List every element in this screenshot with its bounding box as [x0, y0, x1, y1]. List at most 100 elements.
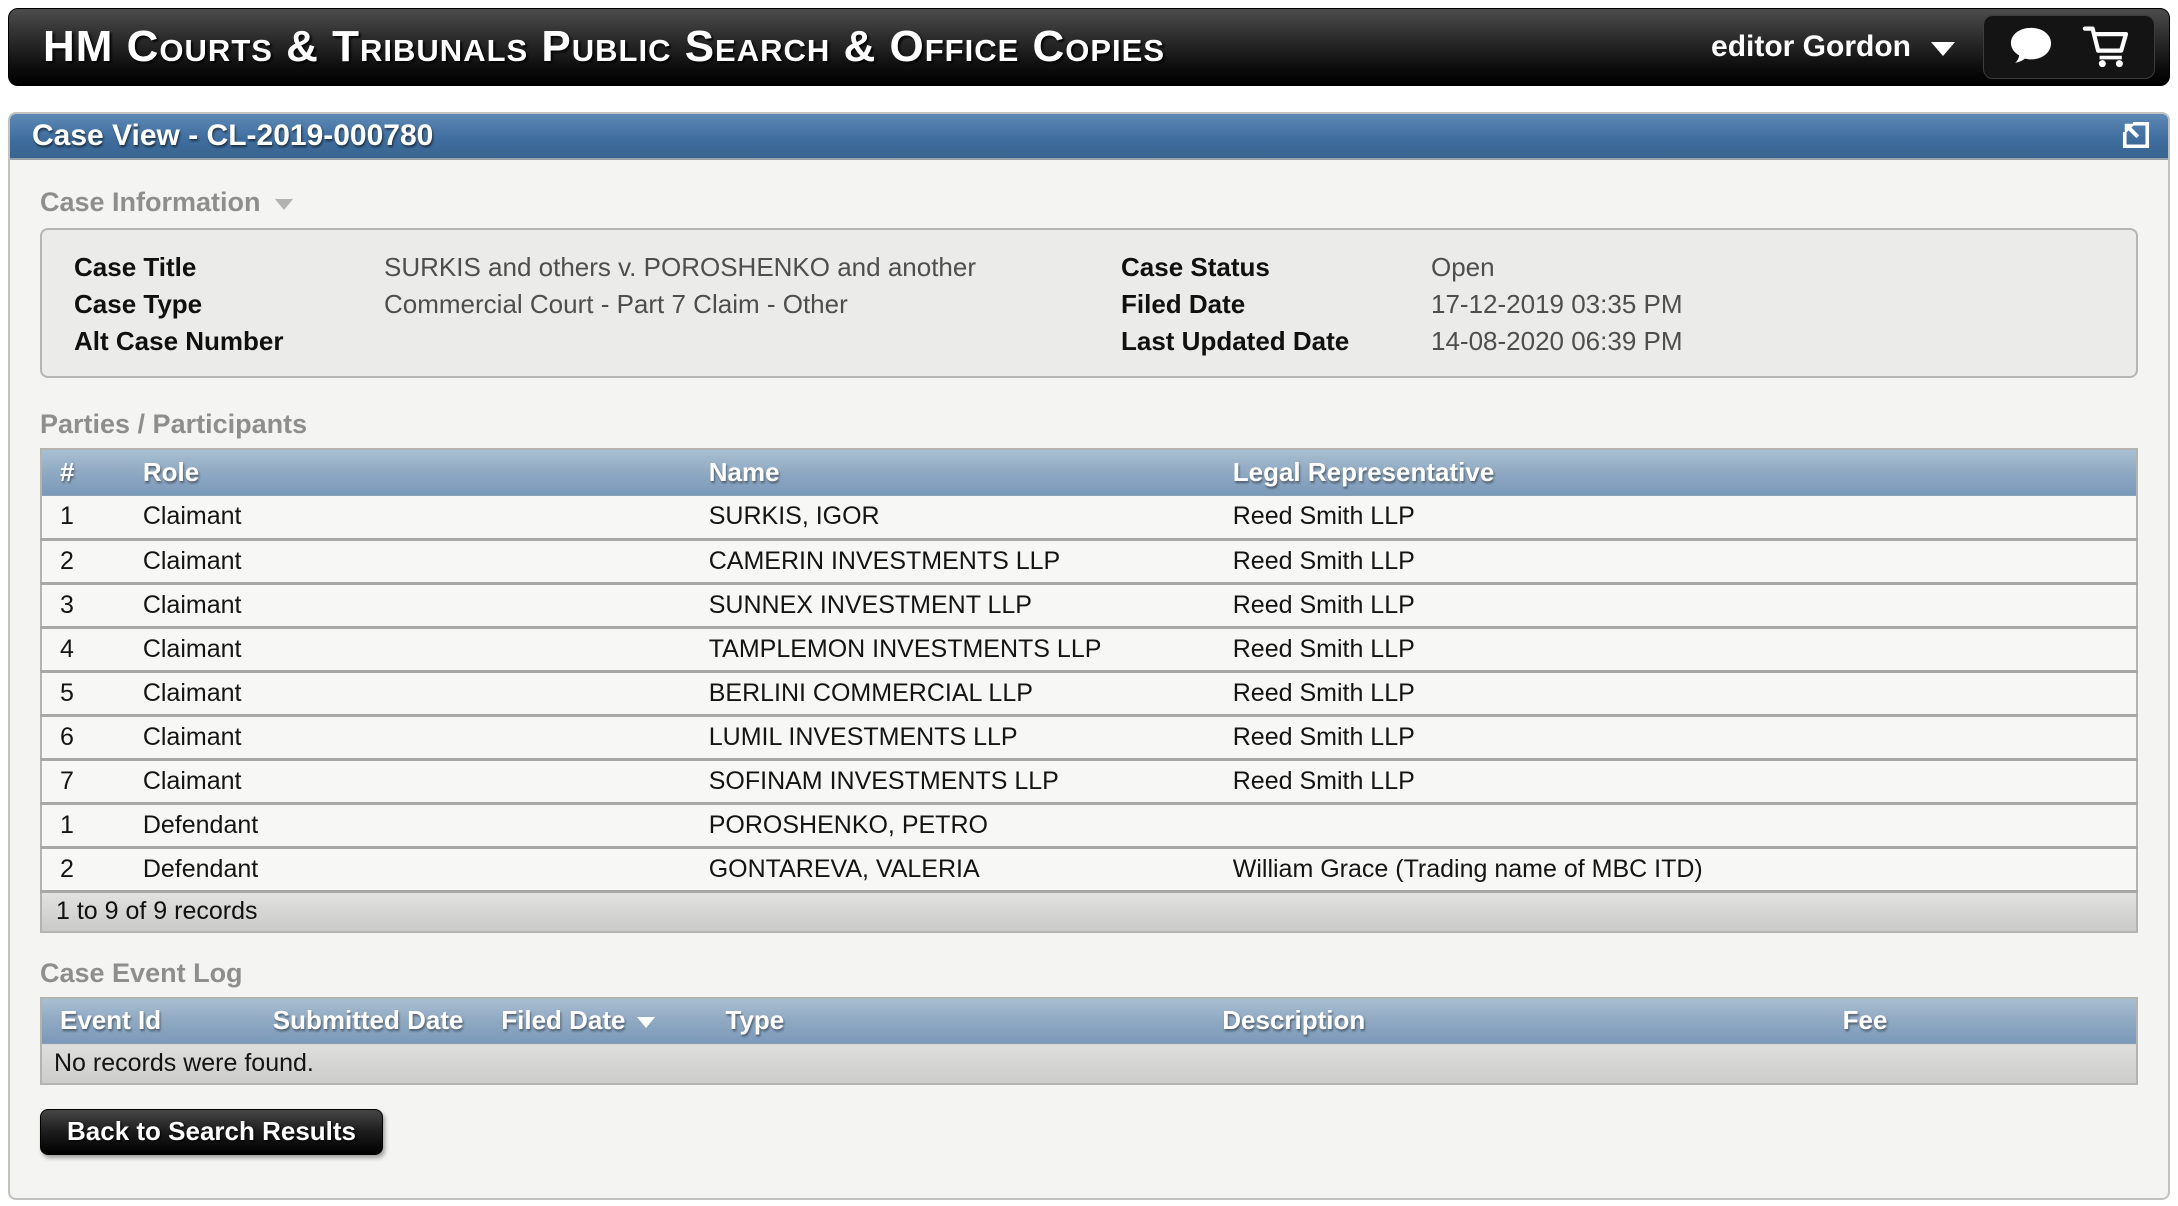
cell-legal-representative: Reed Smith LLP: [1215, 715, 2137, 759]
cell-role: Defendant: [125, 803, 691, 847]
cell-legal-representative: Reed Smith LLP: [1215, 583, 2137, 627]
column-header-role[interactable]: Role: [125, 449, 691, 495]
cell-name: POROSHENKO, PETRO: [691, 803, 1215, 847]
cell-legal-representative: [1215, 803, 2137, 847]
case-information-heading: Case Information: [40, 186, 2138, 218]
field-value: 17-12-2019 03:35 PM: [1431, 289, 1683, 320]
cart-button[interactable]: [2082, 24, 2130, 71]
cell-legal-representative: William Grace (Trading name of MBC ITD): [1215, 847, 2137, 891]
cell-number: 3: [41, 583, 125, 627]
cell-number: 2: [41, 539, 125, 583]
case-information-heading-label: Case Information: [40, 186, 261, 218]
expand-button[interactable]: [2118, 117, 2154, 156]
party-row: 1 Claimant SURKIS, IGOR Reed Smith LLP: [41, 495, 2137, 539]
field-value: Commercial Court - Part 7 Claim - Other: [384, 289, 848, 320]
app-title: HM Courts & Tribunals Public Search & Of…: [43, 22, 1165, 72]
field-case-type: Case Type Commercial Court - Part 7 Clai…: [42, 287, 1089, 321]
field-value: 14-08-2020 06:39 PM: [1431, 326, 1683, 357]
panel-title: Case View - CL-2019-000780: [32, 119, 433, 153]
chevron-down-icon: [1931, 42, 1955, 56]
panel-body: Case Information Case Title SURKIS and o…: [10, 186, 2168, 1155]
column-header-fee[interactable]: Fee: [1825, 998, 2137, 1044]
sort-desc-icon: [637, 1017, 655, 1028]
cell-legal-representative: Reed Smith LLP: [1215, 539, 2137, 583]
expand-icon: [2118, 117, 2154, 156]
case-information-right-column: Case Status Open Filed Date 17-12-2019 0…: [1089, 250, 2136, 358]
app-header: HM Courts & Tribunals Public Search & Of…: [8, 8, 2170, 86]
cell-name: SUNNEX INVESTMENT LLP: [691, 583, 1215, 627]
event-log-heading-label: Case Event Log: [40, 957, 243, 989]
field-label: Alt Case Number: [42, 326, 384, 357]
cell-name: SURKIS, IGOR: [691, 495, 1215, 539]
cell-number: 5: [41, 671, 125, 715]
cell-role: Claimant: [125, 539, 691, 583]
back-to-search-results-button[interactable]: Back to Search Results: [40, 1109, 383, 1155]
cell-number: 1: [41, 495, 125, 539]
filed-date-label: Filed Date: [501, 1005, 625, 1035]
field-case-status: Case Status Open: [1089, 250, 2136, 284]
column-header-filed-date[interactable]: Filed Date: [483, 998, 707, 1044]
cell-name: LUMIL INVESTMENTS LLP: [691, 715, 1215, 759]
collapse-chevron-icon[interactable]: [275, 199, 293, 210]
cell-number: 1: [41, 803, 125, 847]
panel-titlebar: Case View - CL-2019-000780: [10, 114, 2168, 160]
event-log-table: Event Id Submitted Date Filed Date Type …: [40, 997, 2138, 1085]
messages-button[interactable]: [2008, 25, 2054, 70]
header-right: editor Gordon: [1711, 15, 2155, 79]
field-filed-date: Filed Date 17-12-2019 03:35 PM: [1089, 287, 2136, 321]
user-menu-label: editor Gordon: [1711, 30, 1911, 64]
case-information-box: Case Title SURKIS and others v. POROSHEN…: [40, 228, 2138, 378]
header-icon-tray: [1983, 15, 2155, 79]
cell-legal-representative: Reed Smith LLP: [1215, 495, 2137, 539]
cell-role: Claimant: [125, 715, 691, 759]
cell-name: CAMERIN INVESTMENTS LLP: [691, 539, 1215, 583]
column-header-legal-representative[interactable]: Legal Representative: [1215, 449, 2137, 495]
column-header-number[interactable]: #: [41, 449, 125, 495]
chat-bubble-icon: [2008, 25, 2054, 70]
parties-record-count: 1 to 9 of 9 records: [40, 893, 2138, 933]
parties-table: # Role Name Legal Representative 1 Claim…: [40, 448, 2138, 893]
field-label: Case Type: [42, 289, 384, 320]
column-header-type[interactable]: Type: [708, 998, 1205, 1044]
party-row: 7 Claimant SOFINAM INVESTMENTS LLP Reed …: [41, 759, 2137, 803]
field-last-updated-date: Last Updated Date 14-08-2020 06:39 PM: [1089, 324, 2136, 358]
party-row: 6 Claimant LUMIL INVESTMENTS LLP Reed Sm…: [41, 715, 2137, 759]
cell-name: SOFINAM INVESTMENTS LLP: [691, 759, 1215, 803]
shopping-cart-icon: [2082, 24, 2130, 71]
user-menu[interactable]: editor Gordon: [1711, 30, 1955, 64]
event-log-header-row: Event Id Submitted Date Filed Date Type …: [41, 998, 2137, 1044]
field-label: Case Status: [1089, 252, 1431, 283]
field-label: Case Title: [42, 252, 384, 283]
case-information-left-column: Case Title SURKIS and others v. POROSHEN…: [42, 250, 1089, 358]
cell-role: Defendant: [125, 847, 691, 891]
cell-legal-representative: Reed Smith LLP: [1215, 671, 2137, 715]
party-row: 5 Claimant BERLINI COMMERCIAL LLP Reed S…: [41, 671, 2137, 715]
cell-name: BERLINI COMMERCIAL LLP: [691, 671, 1215, 715]
column-header-description[interactable]: Description: [1204, 998, 1824, 1044]
parties-header-row: # Role Name Legal Representative: [41, 449, 2137, 495]
column-header-name[interactable]: Name: [691, 449, 1215, 495]
cell-legal-representative: Reed Smith LLP: [1215, 759, 2137, 803]
party-row: 2 Defendant GONTAREVA, VALERIA William G…: [41, 847, 2137, 891]
field-alt-case-number: Alt Case Number: [42, 324, 1089, 358]
cell-role: Claimant: [125, 759, 691, 803]
field-label: Filed Date: [1089, 289, 1431, 320]
field-value: SURKIS and others v. POROSHENKO and anot…: [384, 252, 976, 283]
empty-state-row: No records were found.: [41, 1044, 2137, 1084]
party-row: 1 Defendant POROSHENKO, PETRO: [41, 803, 2137, 847]
parties-heading-label: Parties / Participants: [40, 408, 307, 440]
event-log-heading: Case Event Log: [40, 957, 2138, 989]
cell-number: 2: [41, 847, 125, 891]
cell-legal-representative: Reed Smith LLP: [1215, 627, 2137, 671]
cell-number: 4: [41, 627, 125, 671]
cell-role: Claimant: [125, 495, 691, 539]
field-value: Open: [1431, 252, 1495, 283]
column-header-submitted-date[interactable]: Submitted Date: [255, 998, 483, 1044]
column-header-event-id[interactable]: Event Id: [41, 998, 255, 1044]
empty-state-message: No records were found.: [41, 1044, 2137, 1084]
field-case-title: Case Title SURKIS and others v. POROSHEN…: [42, 250, 1089, 284]
parties-heading: Parties / Participants: [40, 408, 2138, 440]
party-row: 2 Claimant CAMERIN INVESTMENTS LLP Reed …: [41, 539, 2137, 583]
cell-role: Claimant: [125, 627, 691, 671]
cell-number: 6: [41, 715, 125, 759]
